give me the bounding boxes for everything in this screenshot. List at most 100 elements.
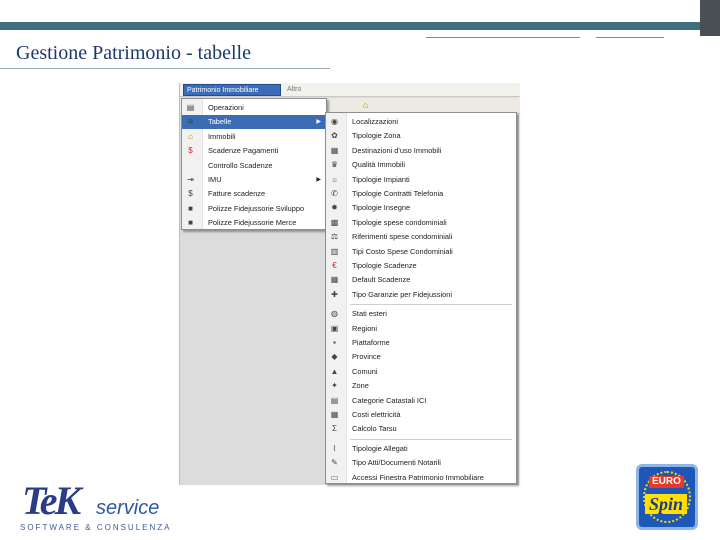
zones-icon: ✦ (331, 381, 338, 391)
menu1-item-label: Operazioni (208, 103, 244, 112)
menu1-item[interactable]: ≋ Tabelle ▶ (182, 115, 326, 130)
menu1-item[interactable]: ■ Polizze Fidejussorie Sviluppo (182, 202, 326, 216)
top-banner (0, 22, 700, 30)
menu2-item[interactable]: ▥ Tipi Costo Spese Condominiali (326, 245, 516, 259)
menu1-item[interactable]: ▤ Operazioni (182, 101, 326, 115)
crown-icon: ♛ (330, 160, 339, 170)
menu2-item[interactable]: ✎ Tipo Atti/Documenti Notarili (326, 456, 516, 470)
tek-logo-service: service (96, 497, 160, 519)
menu2-item[interactable]: ▤ Categorie Catastali ICI (326, 394, 516, 408)
menu2-item-label: Tipi Costo Spese Condominiali (352, 246, 453, 256)
menu2-item[interactable]: ♛ Qualità Immobili (326, 158, 516, 172)
menu2-item[interactable]: ▦ Destinazioni d'uso Immobili (326, 144, 516, 158)
menu1-item-label: IMU (208, 175, 222, 184)
submenu-arrow-icon: ▶ (316, 177, 321, 183)
menu2-item-label: Zone (352, 381, 369, 391)
menu2-item-label: Destinazioni d'uso Immobili (352, 145, 442, 155)
tek-logo-subtitle: SOFTWARE & CONSULENZA (20, 523, 172, 532)
plant-icon: ☼ (330, 174, 339, 184)
menu1-item[interactable]: Controllo Scadenze (182, 159, 326, 173)
menu2-item-label: Stati esteri (352, 309, 387, 319)
menu2-item-label: Comuni (352, 366, 378, 376)
province-icon: ◆ (331, 352, 338, 362)
menu2-item[interactable]: ▲ Comuni (326, 365, 516, 379)
notary-icon: ✎ (331, 458, 338, 468)
menu2-item[interactable]: ▩ Tipologie spese condominiali (326, 216, 516, 230)
menu1-item[interactable]: ⌂ Immobili (182, 130, 326, 144)
menu1-item-label: Controllo Scadenze (208, 160, 273, 170)
header-rule-2 (596, 37, 664, 38)
menu-patrimonio-immobiliare[interactable]: Patrimonio Immobiliare (183, 84, 281, 96)
menu2-item[interactable]: € Tipologie Scadenze (326, 259, 516, 273)
menu2-item-label: Tipologie Allegati (352, 443, 408, 453)
money-icon: $ (188, 189, 193, 199)
menu2-item-label: Tipologie Insegne (352, 203, 411, 213)
menu2-item[interactable]: ◉ Localizzazioni (326, 115, 516, 129)
menu1-item[interactable]: $ Scadenze Pagamenti (182, 144, 326, 158)
menu1-item[interactable]: $ Fatture scadenze (182, 187, 326, 201)
top-corner-block (700, 0, 720, 36)
menu1-item-label: Fatture scadenze (208, 189, 266, 199)
truck-icon: ■ (188, 218, 193, 228)
patrimonio-menu: ▤ Operazioni ≋ Tabelle ▶ ⌂ Immobili $ Scadenze P… (181, 98, 327, 230)
menu2-item-label: Tipologie Contratti Telefonia (352, 189, 444, 198)
menu2-item[interactable]: ⌇ Tipologie Allegati (326, 442, 516, 456)
eurospin-logo-top: EURO (649, 476, 684, 488)
menu2-item-label: Costi elettricità (352, 410, 401, 419)
menu2-item-label: Tipologie Scadenze (352, 261, 417, 270)
condo-icon: ▩ (330, 217, 339, 227)
menu2-item[interactable]: ✸ Tipologie Insegne (326, 201, 516, 215)
menu1-item[interactable]: ■ Polizze Fidejussorie Merce (182, 216, 326, 230)
menu2-item[interactable]: ✦ Zone (326, 379, 516, 393)
menu1-item-label: Tabelle (208, 117, 232, 127)
building-icon: ▦ (330, 275, 339, 285)
menu2-item-label: Categorie Catastali ICI (352, 395, 427, 405)
menu2-item-label: Calcolo Tarsu (352, 424, 397, 434)
eurospin-logo: EURO Spin (636, 464, 698, 530)
menu2-item[interactable]: ⚖ Riferimenti spese condominiali (326, 230, 516, 244)
menu2-item[interactable]: ◆ Province (326, 350, 516, 364)
menu2-item-label: Accessi Finestra Patrimonio Immobiliare (352, 472, 484, 482)
menu2-item[interactable]: ☼ Tipologie Impianti (326, 173, 516, 187)
guarantee-icon: ✚ (331, 289, 338, 299)
document-icon: ▤ (186, 103, 195, 112)
menu2-item-label: Piattaforme (352, 338, 390, 347)
menu1-item-label: Polizze Fidejussorie Merce (208, 218, 297, 228)
menu2-item-label: Tipo Atti/Documenti Notarili (352, 458, 441, 468)
menu2-item[interactable]: ▦ Default Scadenze (326, 273, 516, 287)
menu2-item[interactable]: ▣ Regioni (326, 322, 516, 336)
menu2-item[interactable]: Σ Calcolo Tarsu (326, 422, 516, 436)
menu1-item[interactable]: ⇥ IMU ▶ (182, 173, 326, 187)
menu2-item[interactable]: ◍ Stati esteri (326, 307, 516, 321)
platform-icon: ▪ (333, 338, 336, 347)
menu2-item[interactable]: ✿ Tipologie Zona (326, 129, 516, 143)
tek-service-logo: TeK service SOFTWARE & CONSULENZA (18, 475, 178, 535)
sign-icon: ✸ (331, 203, 338, 213)
globe-icon: ◉ (331, 117, 338, 126)
menu-altro[interactable]: Altro (284, 84, 304, 96)
menu2-item-label: Tipologie spese condominiali (352, 217, 447, 227)
house-icon: ⌂ (188, 131, 193, 141)
menu2-item[interactable]: ✚ Tipo Garanzie per Fidejussioni (326, 288, 516, 302)
attachment-icon: ⌇ (332, 443, 337, 453)
electricity-icon: ▦ (330, 410, 339, 419)
menu2-item[interactable]: ▦ Costi elettricità (326, 408, 516, 422)
toolbar-house-icon[interactable]: ⌂ (360, 100, 371, 111)
app-menubar: Patrimonio Immobiliare Altro (180, 83, 520, 97)
tek-logo-mark: TeK (22, 478, 81, 523)
truck-icon: ■ (188, 203, 193, 213)
town-icon: ▲ (330, 366, 339, 376)
cadastre-icon: ▤ (330, 395, 339, 405)
world-icon: ◍ (331, 309, 338, 319)
menu1-item-label: Polizze Fidejussorie Sviluppo (208, 203, 305, 213)
menu2-item-label: Tipo Garanzie per Fidejussioni (352, 289, 452, 299)
header-rule-1 (426, 37, 580, 38)
submenu-arrow-icon: ▶ (316, 119, 321, 126)
menu2-item[interactable]: ✆ Tipologie Contratti Telefonia (326, 187, 516, 201)
menu2-item[interactable]: ▭ Accessi Finestra Patrimonio Immobiliare (326, 471, 516, 485)
menu1-item-label: Scadenze Pagamenti (208, 146, 279, 156)
tables-icon: ≋ (187, 117, 194, 127)
menu2-item[interactable]: ▪ Piattaforme (326, 336, 516, 350)
access-icon: ▭ (330, 472, 339, 482)
sigma-icon: Σ (332, 424, 337, 434)
